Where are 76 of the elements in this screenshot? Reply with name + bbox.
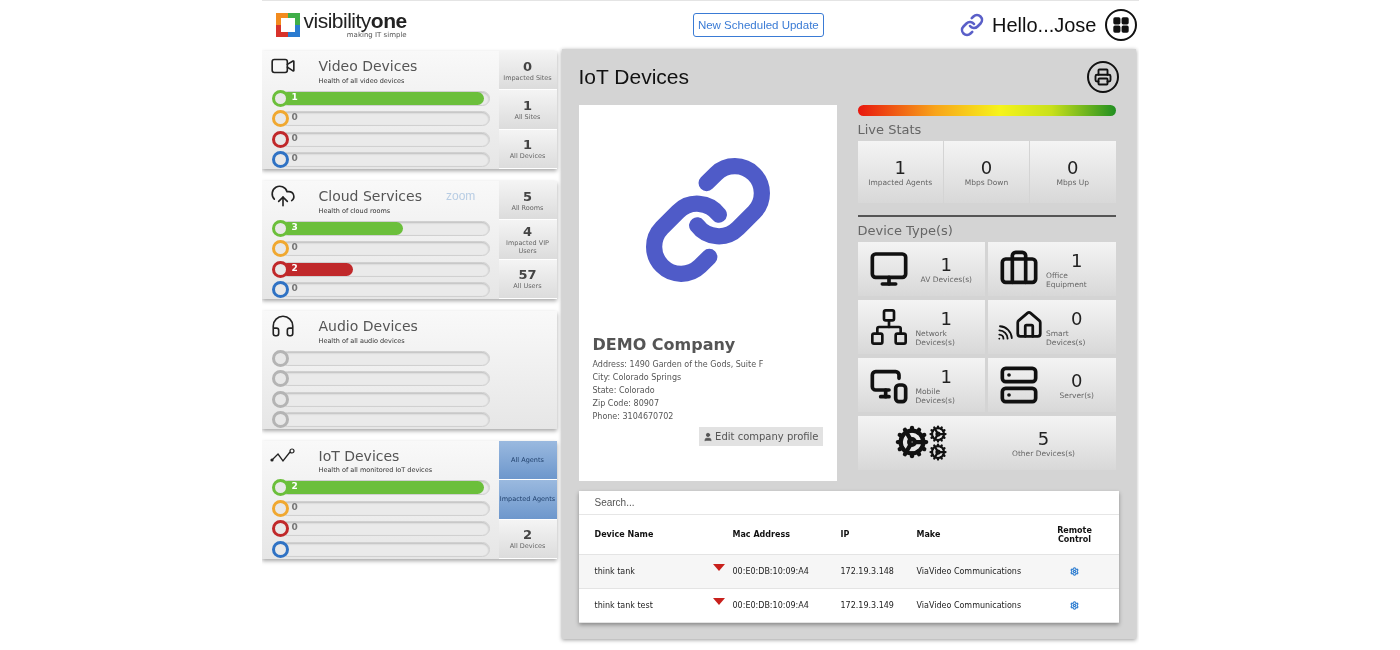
apps-menu-button[interactable] (1104, 9, 1137, 41)
card-title: Cloud Services (318, 188, 422, 204)
device-type-count: 1 (940, 365, 952, 387)
device-type-count: 5 (1037, 428, 1050, 449)
card-title: Audio Devices (318, 318, 418, 334)
company-detail: Zip Code: 80907 (592, 398, 660, 410)
stat-value: 4 (522, 224, 532, 239)
device-type-count: 0 (1071, 307, 1083, 329)
stat-value: 2 (522, 527, 532, 543)
section-heading: Device Type(s) (857, 223, 954, 238)
server-icon (999, 365, 1039, 405)
monitor-icon (868, 249, 909, 289)
stat-value: 57 (518, 267, 537, 283)
column-header: Device Name (594, 530, 655, 539)
cloud-upload-icon (269, 183, 296, 209)
brand-logo: zoom (446, 189, 476, 203)
health-count: 0 (291, 152, 298, 164)
panel-title: IoT Devices (578, 65, 689, 89)
company-detail: State: Colorado (592, 385, 656, 397)
device-type-count: 1 (940, 254, 952, 275)
new-scheduled-update-button[interactable]: New Scheduled Update (692, 13, 824, 37)
health-count: 0 (291, 282, 298, 294)
health-count: 2 (291, 262, 298, 274)
health-count: 2 (291, 481, 298, 493)
column-header: IP (840, 530, 851, 539)
company-detail: Address: 1490 Garden of the Gods, Suite F (592, 359, 765, 371)
table-cell-text: 00:E0:DB:10:09:A4 (732, 567, 810, 576)
card-title: IoT Devices (318, 447, 400, 464)
company-name: DEMO Company (592, 335, 737, 354)
health-count: 0 (291, 242, 298, 254)
stat-value: 1 (522, 137, 532, 153)
live-stat-value: 0 (1067, 157, 1079, 178)
grid-icon (1111, 16, 1130, 34)
column-header: Mac Address (732, 530, 791, 539)
company-detail: City: Colorado Springs (592, 372, 683, 384)
printer-icon (1093, 68, 1112, 86)
live-stat-value: 1 (894, 157, 906, 178)
table-cell-text: 00:E0:DB:10:09:A4 (732, 601, 810, 610)
logo-wordmark: visibilityone (303, 11, 407, 31)
user-icon (703, 431, 714, 442)
card-title: Video Devices (318, 58, 418, 74)
table-cell-text: think tank (594, 567, 636, 576)
live-stat-value: 0 (980, 157, 993, 178)
logo-mark-icon (275, 13, 300, 37)
health-count: 0 (291, 112, 298, 124)
column-header: Make (916, 530, 942, 539)
greeting: Hello...Jose (992, 13, 1097, 37)
health-count: 1 (291, 92, 298, 103)
stat-value: 5 (522, 188, 532, 204)
link-icon (960, 13, 984, 37)
table-cell-text: 172.19.3.149 (840, 601, 895, 610)
table-cell-text: ViaVideo Communications (916, 567, 1023, 576)
table-cell-text: 172.19.3.148 (840, 567, 895, 576)
stat-value: 0 (522, 58, 532, 74)
device-type-count: 1 (1071, 249, 1083, 271)
gears-icon (894, 425, 947, 461)
remote-control-icon[interactable] (1070, 567, 1079, 576)
column-header: Remote Control (1056, 525, 1093, 544)
print-button[interactable] (1086, 61, 1119, 93)
health-count: 0 (291, 522, 298, 534)
device-type-count: 0 (1071, 370, 1083, 391)
edit-company-profile-button[interactable]: Edit company profile (699, 427, 823, 446)
device-type-count: 1 (940, 307, 952, 329)
health-count: 0 (291, 501, 298, 513)
health-count: 0 (291, 132, 298, 144)
remote-control-icon[interactable] (1070, 601, 1079, 610)
network-icon (868, 307, 909, 347)
line-graph-icon (269, 447, 296, 464)
headphones-icon (269, 313, 296, 339)
section-heading: Live Stats (857, 122, 923, 137)
table-cell-text: ViaVideo Communications (916, 601, 1023, 610)
search-field[interactable]: Search... (578, 491, 1119, 515)
stat-value: 1 (522, 98, 532, 113)
table-cell-text: think tank test (594, 601, 654, 610)
health-count: 3 (291, 222, 298, 233)
company-detail: Phone: 3104670702 (592, 411, 675, 423)
